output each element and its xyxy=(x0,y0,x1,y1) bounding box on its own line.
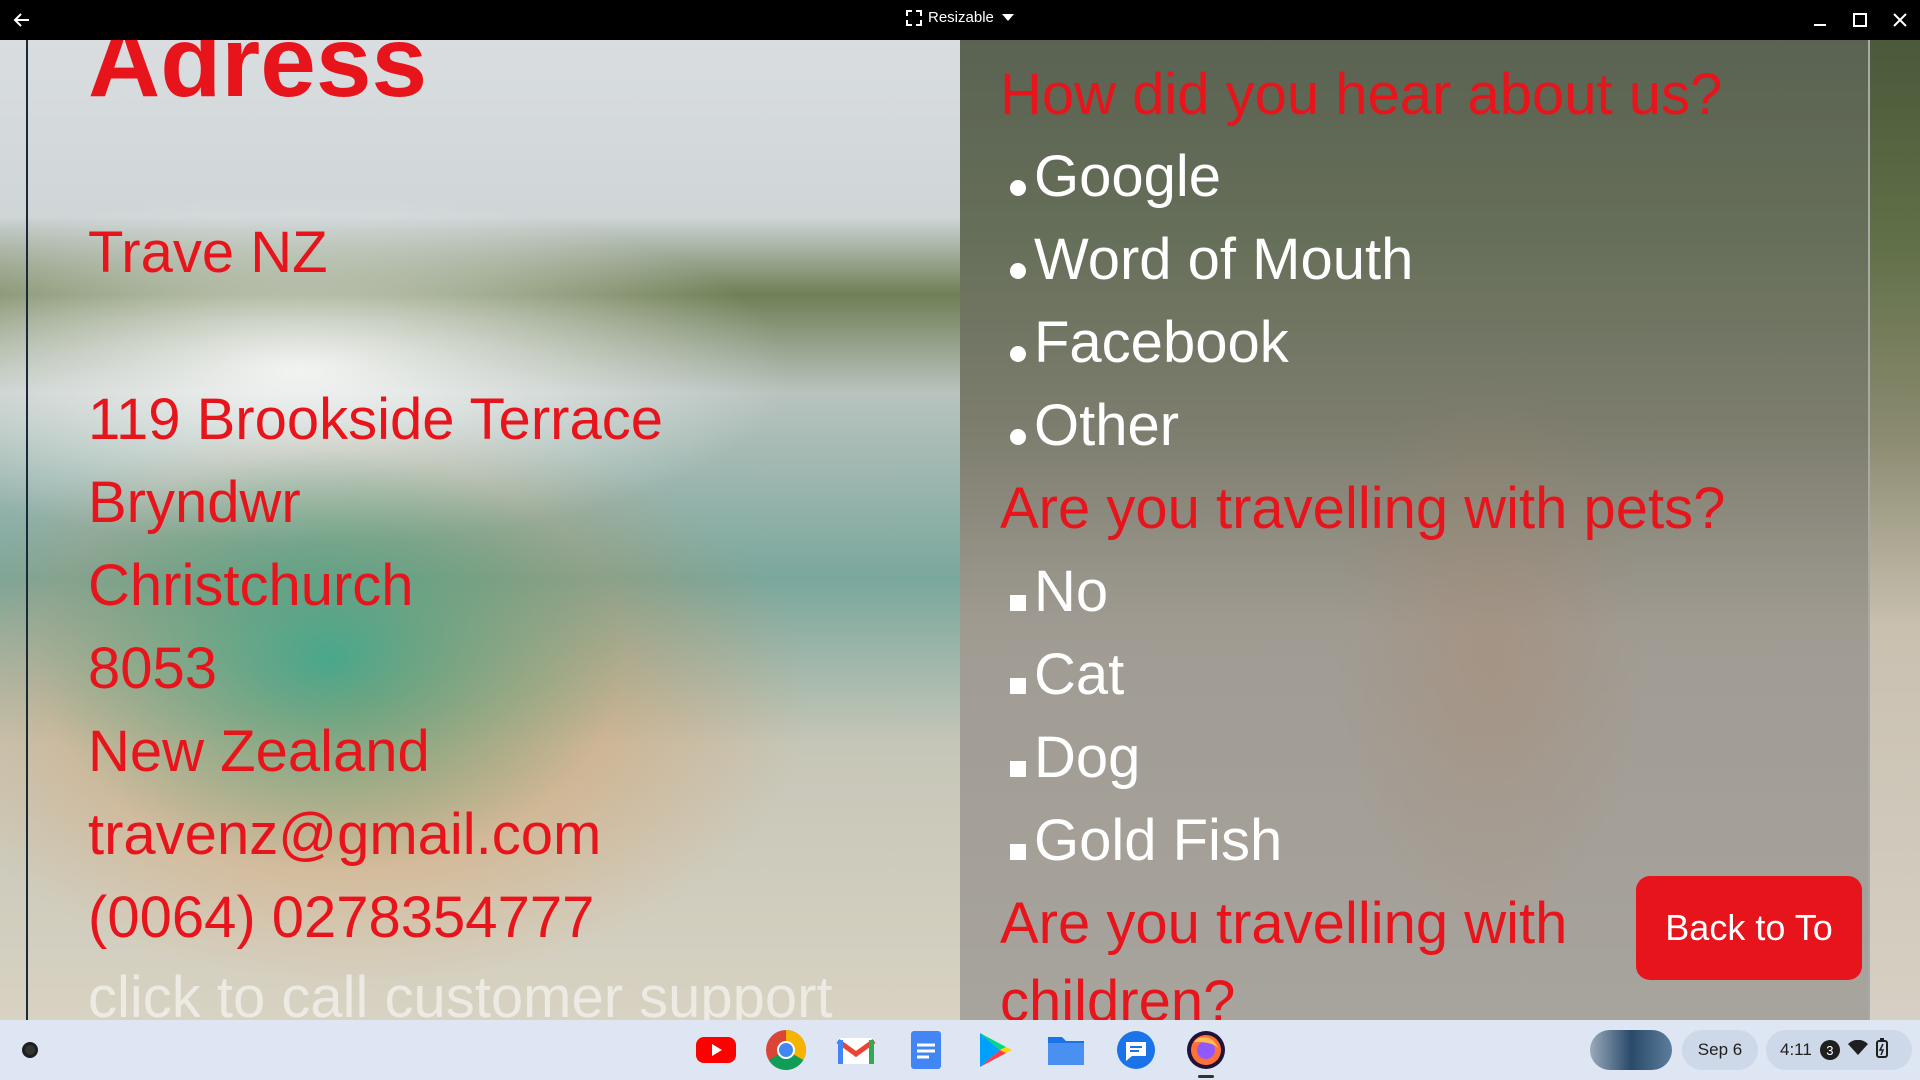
firefox-icon[interactable] xyxy=(1184,1028,1228,1078)
question-children: Are you travelling with xyxy=(1000,891,1568,956)
window-mode-dropdown[interactable]: Resizable xyxy=(906,9,1014,26)
chevron-down-icon xyxy=(1001,14,1014,21)
option-label: Facebook xyxy=(1034,310,1289,375)
suburb: Bryndwr xyxy=(88,470,301,535)
shelf: Sep 6 4:11 3 xyxy=(0,1020,1920,1080)
launcher-icon xyxy=(22,1042,38,1058)
option-label: Word of Mouth xyxy=(1034,227,1414,292)
option-gold-fish[interactable]: Gold Fish xyxy=(1010,806,1282,876)
phone-number[interactable]: (0064) 0278354777 xyxy=(88,883,594,953)
option-google[interactable]: Google xyxy=(1010,142,1221,212)
radio-bullet-icon xyxy=(1010,429,1026,445)
email-link[interactable]: travenz@gmail.com xyxy=(88,800,601,870)
back-arrow-icon[interactable] xyxy=(10,8,34,32)
country: New Zealand xyxy=(88,719,430,784)
status-tray[interactable]: 4:11 3 xyxy=(1766,1030,1912,1070)
survey-panel: How did you hear about us? Google Word o… xyxy=(960,40,1870,1020)
question-pets: Are you travelling with pets? xyxy=(1000,476,1726,541)
messages-icon[interactable] xyxy=(1114,1028,1158,1072)
youtube-icon[interactable] xyxy=(694,1028,738,1072)
docs-icon[interactable] xyxy=(904,1028,948,1072)
checkbox-bullet-icon xyxy=(1010,595,1026,611)
option-facebook[interactable]: Facebook xyxy=(1010,308,1289,378)
postcode: 8053 xyxy=(88,636,218,701)
frame-border-left xyxy=(26,40,28,1020)
wifi-icon xyxy=(1847,1039,1868,1061)
company-name: Trave NZ xyxy=(88,220,328,285)
files-icon[interactable] xyxy=(1044,1028,1088,1072)
holding-space-thumbnail[interactable] xyxy=(1590,1030,1672,1070)
radio-bullet-icon xyxy=(1010,180,1026,196)
option-word-of-mouth[interactable]: Word of Mouth xyxy=(1010,225,1413,295)
option-no[interactable]: No xyxy=(1010,557,1108,627)
option-label: Cat xyxy=(1034,642,1125,707)
question-children-cont: children? xyxy=(1000,969,1236,1020)
checkbox-bullet-icon xyxy=(1010,844,1026,860)
close-button[interactable] xyxy=(1880,0,1920,40)
address-panel: Adress Trave NZ 119 Brookside Terrace Br… xyxy=(88,40,948,1020)
option-label: Dog xyxy=(1034,725,1141,790)
launcher-button[interactable] xyxy=(12,1032,48,1068)
minimize-button[interactable] xyxy=(1800,0,1840,40)
question-hear-about-us: How did you hear about us? xyxy=(1000,62,1723,127)
option-label: Other xyxy=(1034,393,1180,458)
radio-bullet-icon xyxy=(1010,263,1026,279)
option-cat[interactable]: Cat xyxy=(1010,640,1124,710)
clock: 4:11 xyxy=(1780,1040,1812,1059)
date-tray[interactable]: Sep 6 xyxy=(1682,1030,1758,1070)
checkbox-bullet-icon xyxy=(1010,678,1026,694)
option-other[interactable]: Other xyxy=(1010,391,1179,461)
window-controls xyxy=(1800,0,1920,40)
notification-badge: 3 xyxy=(1819,1040,1840,1060)
chrome-icon[interactable] xyxy=(764,1028,808,1072)
street-address: 119 Brookside Terrace xyxy=(88,387,663,452)
resize-icon xyxy=(906,9,922,26)
call-support-link[interactable]: click to call customer support xyxy=(88,963,833,1020)
window-titlebar: Resizable xyxy=(0,0,1920,40)
window-mode-label: Resizable xyxy=(928,9,994,26)
option-dog[interactable]: Dog xyxy=(1010,723,1140,793)
gmail-icon[interactable] xyxy=(834,1028,878,1072)
back-to-top-button[interactable]: Back to To xyxy=(1636,876,1862,980)
option-label: No xyxy=(1034,559,1109,624)
option-label: Gold Fish xyxy=(1034,808,1283,873)
checkbox-bullet-icon xyxy=(1010,761,1026,777)
maximize-button[interactable] xyxy=(1840,0,1880,40)
city: Christchurch xyxy=(88,553,414,618)
page-content: Adress Trave NZ 119 Brookside Terrace Br… xyxy=(0,40,1920,1020)
radio-bullet-icon xyxy=(1010,346,1026,362)
address-heading: Adress xyxy=(88,40,428,118)
battery-icon xyxy=(1875,1037,1888,1063)
option-label: Google xyxy=(1034,144,1222,209)
play-store-icon[interactable] xyxy=(974,1028,1018,1072)
pinned-apps xyxy=(694,1028,1228,1078)
